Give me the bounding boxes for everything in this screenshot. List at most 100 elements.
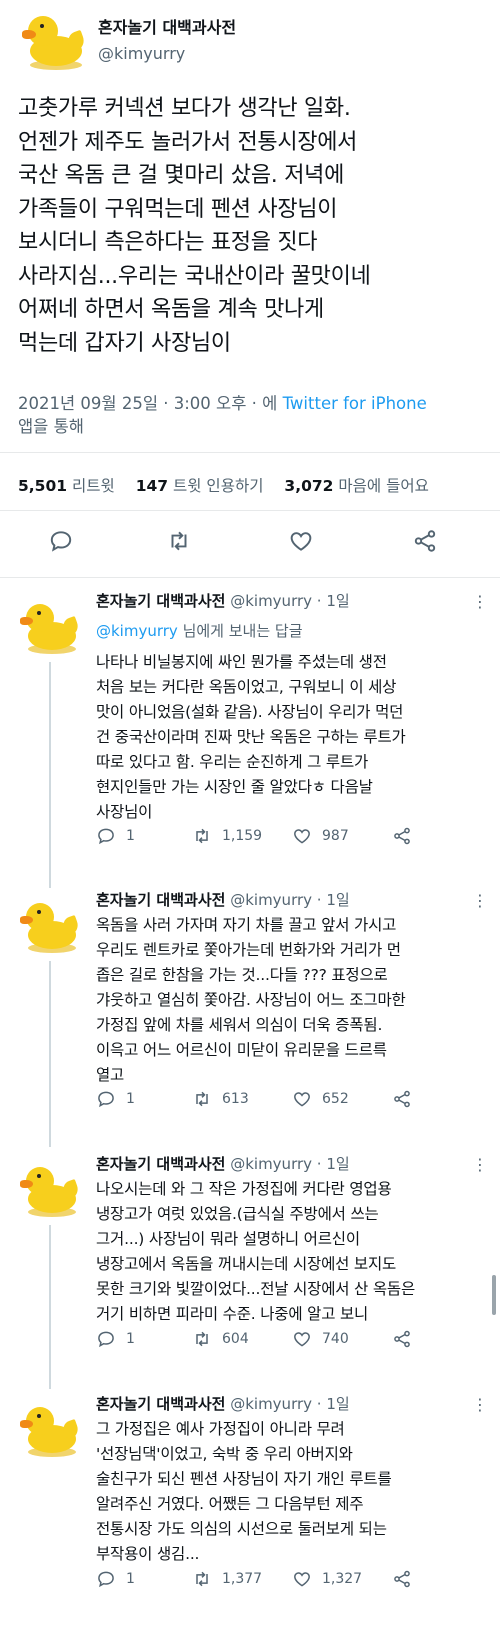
display-name[interactable]: 혼자놀기 대백과사전 <box>96 592 225 610</box>
avatar[interactable] <box>20 598 81 658</box>
reply-header: 혼자놀기 대백과사전 @kimyurry · 1일 <box>96 1393 350 1414</box>
display-name[interactable]: 혼자놀기 대백과사전 <box>96 1155 225 1173</box>
retweets-stat[interactable]: 5,501 리트윗 <box>18 477 115 495</box>
reply-button[interactable]: 1 <box>96 826 135 846</box>
divider <box>0 510 500 511</box>
mention-link[interactable]: @kimyurry <box>96 622 178 640</box>
like-count: 987 <box>322 828 349 844</box>
divider <box>0 577 500 578</box>
reply-header: 혼자놀기 대백과사전 @kimyurry · 1일 <box>96 590 350 611</box>
retweet-count: 613 <box>222 1091 249 1107</box>
heart-icon <box>294 829 310 844</box>
reply-count: 1 <box>126 1331 135 1347</box>
scrollbar[interactable] <box>492 1275 496 1315</box>
replying-to: @kimyurry 님에게 보내는 답글 <box>96 622 303 640</box>
tweet-text: 나타나 비닐봉지에 싸인 뭔가를 주셨는데 생전 처음 보는 커다란 옥돔이었고… <box>96 653 406 821</box>
tweet-source-suffix: 앱을 통해 <box>18 417 84 436</box>
display-name[interactable]: 혼자놀기 대백과사전 <box>96 1395 225 1413</box>
heart-icon <box>294 1572 310 1587</box>
tweet-text: 고춧가루 커넥션 보다가 생각난 일화. 언젠가 제주도 놀러가서 전통시장에서… <box>18 96 371 356</box>
more-icon[interactable]: ⋮ <box>472 891 488 910</box>
like-count: 652 <box>322 1091 349 1107</box>
retweet-icon <box>196 1091 208 1107</box>
tweet-actions: 1 613 652 <box>96 1089 488 1113</box>
retweet-icon <box>196 1571 208 1587</box>
heart-icon[interactable] <box>288 528 318 558</box>
retweet-count: 1,377 <box>222 1571 263 1587</box>
thread-line <box>49 961 51 1147</box>
likes-stat[interactable]: 3,072 마음에 들어요 <box>284 477 428 495</box>
handle[interactable]: @kimyurry <box>98 44 185 63</box>
display-name[interactable]: 혼자놀기 대백과사전 <box>96 891 225 909</box>
heart-icon <box>294 1092 310 1107</box>
reply-button[interactable]: 1 <box>96 1089 135 1109</box>
thread-line <box>49 869 51 883</box>
retweet-count: 604 <box>222 1331 249 1347</box>
tweet-text: 그 가정집은 예사 가정집이 아니라 무려 '선장님댁'이었고, 숙박 중 우리… <box>96 1420 392 1563</box>
retweet-button[interactable]: 613 <box>192 1089 249 1109</box>
reply-count: 1 <box>126 1091 135 1107</box>
heart-icon <box>294 1332 310 1347</box>
share-button[interactable] <box>392 1329 422 1349</box>
tweet-source-link[interactable]: Twitter for iPhone <box>283 394 427 413</box>
avatar[interactable] <box>20 1401 81 1461</box>
display-name[interactable]: 혼자놀기 대백과사전 <box>98 14 236 38</box>
share-icon[interactable] <box>412 528 442 558</box>
like-button[interactable]: 987 <box>292 826 349 846</box>
tweet-actions: 1 1,159 987 <box>96 826 488 850</box>
thread-line <box>49 662 51 888</box>
thread-line <box>49 1225 51 1389</box>
like-count: 740 <box>322 1331 349 1347</box>
reply-icon[interactable] <box>48 528 78 558</box>
like-button[interactable]: 652 <box>292 1089 349 1109</box>
tweet-stats: 5,501 리트윗 147 트윗 인용하기 3,072 마음에 들어요 <box>18 474 445 496</box>
handle-time[interactable]: @kimyurry · 1일 <box>230 1155 349 1173</box>
retweet-icon[interactable] <box>166 528 196 558</box>
share-icon <box>394 1570 410 1588</box>
avatar[interactable] <box>20 1161 81 1221</box>
retweet-button[interactable]: 1,377 <box>192 1569 262 1589</box>
share-icon <box>394 1090 410 1108</box>
retweet-icon <box>196 1331 208 1347</box>
more-icon[interactable]: ⋮ <box>472 1395 488 1414</box>
reply-icon <box>98 1091 114 1108</box>
more-icon[interactable]: ⋮ <box>472 1155 488 1174</box>
reply-header: 혼자놀기 대백과사전 @kimyurry · 1일 <box>96 1153 350 1174</box>
reply-icon <box>98 1571 114 1588</box>
share-icon <box>394 827 410 845</box>
thread-line <box>49 1133 51 1147</box>
like-button[interactable]: 1,327 <box>292 1569 362 1589</box>
handle-time[interactable]: @kimyurry · 1일 <box>230 891 349 909</box>
share-icon <box>394 1330 410 1348</box>
more-icon[interactable]: ⋮ <box>472 592 488 611</box>
reply-icon <box>98 828 114 845</box>
retweet-button[interactable]: 1,159 <box>192 826 262 846</box>
reply-header: 혼자놀기 대백과사전 @kimyurry · 1일 <box>96 889 350 910</box>
reply-icon <box>98 1331 114 1348</box>
share-button[interactable] <box>392 1569 422 1589</box>
retweet-button[interactable]: 604 <box>192 1329 249 1349</box>
reply-button[interactable]: 1 <box>96 1329 135 1349</box>
tweet-timestamp[interactable]: 2021년 09월 25일 · 3:00 오후 · 에 <box>18 394 277 413</box>
handle-time[interactable]: @kimyurry · 1일 <box>230 1395 349 1413</box>
tweet-actions: 1 604 740 <box>96 1329 488 1353</box>
retweet-count: 1,159 <box>222 828 263 844</box>
tweet-text: 옥돔을 사러 가자며 자기 차를 끌고 앞서 가시고 우리도 렌트카로 쫓아가는… <box>96 916 406 1084</box>
retweet-icon <box>196 828 208 844</box>
divider <box>0 452 500 453</box>
reply-count: 1 <box>126 1571 135 1587</box>
handle-time[interactable]: @kimyurry · 1일 <box>230 592 349 610</box>
share-button[interactable] <box>392 1089 422 1109</box>
tweet-text: 나오시는데 와 그 작은 가정집에 커다란 영업용 냉장고가 여럿 있었음.(급… <box>96 1180 416 1323</box>
avatar[interactable] <box>20 897 81 957</box>
quotes-stat[interactable]: 147 트윗 인용하기 <box>136 477 264 495</box>
tweet-actions: 1 1,377 1,327 <box>96 1569 488 1593</box>
avatar[interactable] <box>22 10 87 74</box>
tweet-meta: 2021년 09월 25일 · 3:00 오후 · 에 Twitter for … <box>18 392 488 438</box>
like-count: 1,327 <box>322 1571 363 1587</box>
reply-button[interactable]: 1 <box>96 1569 135 1589</box>
like-button[interactable]: 740 <box>292 1329 349 1349</box>
share-button[interactable] <box>392 826 422 846</box>
tweet-actions <box>0 528 500 562</box>
reply-count: 1 <box>126 828 135 844</box>
